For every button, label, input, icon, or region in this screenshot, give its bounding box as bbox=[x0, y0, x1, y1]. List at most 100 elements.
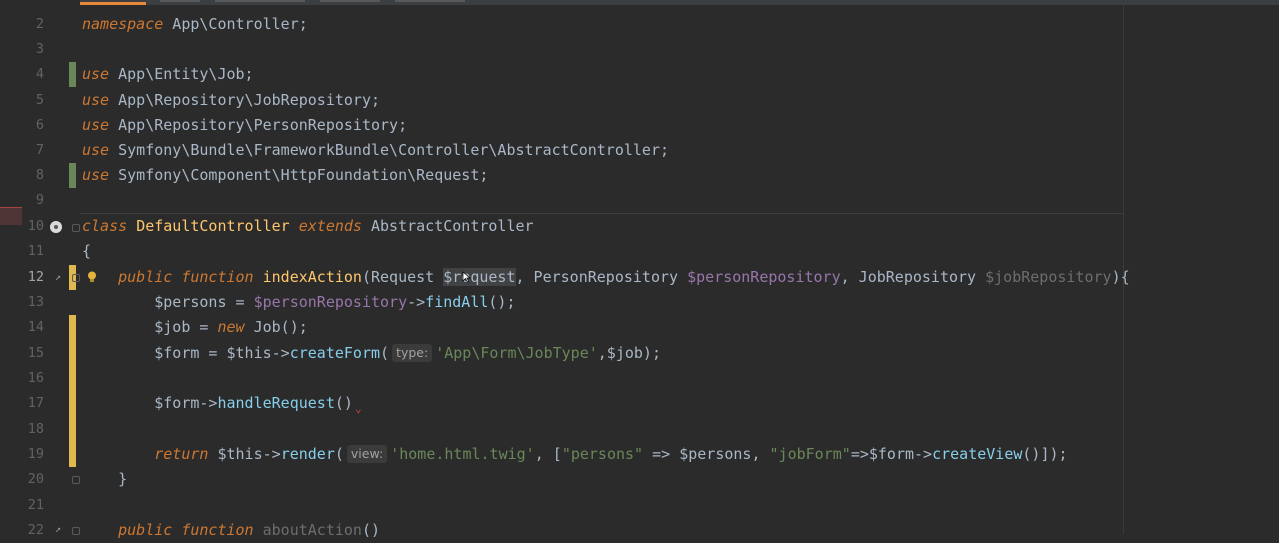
code-line[interactable]: 18 bbox=[0, 417, 1279, 442]
method-call: render bbox=[280, 445, 335, 463]
method-call: createView bbox=[932, 445, 1023, 463]
line-number: 16 bbox=[27, 370, 44, 386]
code-text: = bbox=[190, 318, 218, 336]
keyword: function bbox=[181, 268, 254, 286]
keyword: new bbox=[217, 318, 245, 336]
variable: $personRepository bbox=[253, 293, 408, 311]
method-call: handleRequest bbox=[217, 394, 335, 412]
param-hint: type: bbox=[392, 344, 433, 362]
code-line[interactable]: 2 namespace App\Controller; bbox=[0, 12, 1279, 37]
code-text: $job bbox=[154, 318, 191, 336]
code-text: (Request bbox=[361, 268, 444, 286]
code-text: ( bbox=[380, 344, 390, 362]
line-number: 13 bbox=[27, 294, 44, 310]
code-text: $form bbox=[154, 394, 200, 412]
code-text: AbstractController bbox=[371, 217, 534, 235]
keyword: public bbox=[118, 521, 173, 539]
line-number: 14 bbox=[27, 319, 44, 335]
code-line[interactable]: 4 use App\Entity\Job; bbox=[0, 62, 1279, 87]
line-number: 17 bbox=[27, 395, 44, 411]
code-text: ( bbox=[334, 445, 344, 463]
code-line[interactable]: 19 return $this->render(view:'home.html.… bbox=[0, 442, 1279, 467]
code-line[interactable]: 5 use App\Repository\JobRepository; bbox=[0, 88, 1279, 113]
line-number: 5 bbox=[35, 92, 44, 108]
code-text: () bbox=[361, 521, 381, 539]
code-line[interactable]: 22 public function aboutAction() bbox=[0, 518, 1279, 543]
code-text: = bbox=[226, 293, 254, 311]
line-number: 22 bbox=[27, 522, 44, 538]
string-literal: "persons" bbox=[561, 445, 644, 463]
mouse-cursor-icon bbox=[462, 268, 471, 283]
code-text: , [ bbox=[534, 445, 562, 463]
code-line[interactable]: 10 class DefaultController extends Abstr… bbox=[0, 214, 1279, 239]
code-line[interactable]: 11 { bbox=[0, 239, 1279, 264]
code-text: App\Repository\PersonRepository; bbox=[109, 116, 408, 134]
code-text: => $persons, bbox=[643, 445, 770, 463]
code-text: { bbox=[82, 242, 92, 260]
code-line[interactable]: 17 $form->handleRequest() ⌄ bbox=[0, 391, 1279, 416]
line-number: 21 bbox=[27, 497, 44, 513]
tab-ghost[interactable] bbox=[160, 0, 200, 2]
tab-ghost[interactable] bbox=[215, 0, 305, 2]
code-text: Job(); bbox=[244, 318, 308, 336]
code-line[interactable]: 21 bbox=[0, 493, 1279, 518]
keyword: use bbox=[82, 116, 110, 134]
tab-ghost[interactable] bbox=[320, 0, 380, 2]
code-editor[interactable]: ↗ ↗ 2 namespace App\Controller; 3 4 use … bbox=[0, 0, 1279, 539]
code-text: App\Entity\Job; bbox=[109, 65, 254, 83]
code-line[interactable]: 13 $persons = $personRepository->findAll… bbox=[0, 290, 1279, 315]
line-number: 20 bbox=[27, 471, 44, 487]
keyword: class bbox=[82, 217, 128, 235]
line-number: 12 bbox=[27, 269, 44, 285]
code-text: ){ bbox=[1111, 268, 1130, 286]
code-line[interactable]: 15 $form = $this->createForm(type: 'App\F… bbox=[0, 341, 1279, 366]
code-line[interactable]: 3 bbox=[0, 37, 1279, 62]
code-text: ,$job); bbox=[597, 344, 661, 362]
code-text: $persons bbox=[154, 293, 227, 311]
function-name: aboutAction bbox=[262, 521, 362, 539]
method-call: findAll bbox=[425, 293, 489, 311]
param-hint: view: bbox=[346, 445, 388, 463]
line-number: 8 bbox=[35, 167, 44, 183]
code-line[interactable]: 7 use Symfony\Bundle\FrameworkBundle\Con… bbox=[0, 138, 1279, 163]
code-text: } bbox=[118, 470, 128, 488]
keyword: namespace bbox=[82, 15, 164, 33]
keyword: use bbox=[82, 141, 110, 159]
code-text: App\Repository\JobRepository; bbox=[109, 91, 381, 109]
code-text: $form bbox=[154, 344, 200, 362]
code-line[interactable]: 16 bbox=[0, 366, 1279, 391]
keyword: use bbox=[82, 91, 110, 109]
code-line[interactable]: 14 $job = new Job(); bbox=[0, 315, 1279, 340]
code-text: Symfony\Component\HttpFoundation\Request… bbox=[109, 166, 489, 184]
line-number: 9 bbox=[35, 192, 44, 208]
keyword: public bbox=[118, 268, 173, 286]
code-text: , PersonRepository bbox=[515, 268, 688, 286]
code-line-current[interactable]: 12 public function indexAction(Request $… bbox=[0, 265, 1279, 290]
code-text: Symfony\Bundle\FrameworkBundle\Controlle… bbox=[109, 141, 670, 159]
code-text: ()]); bbox=[1022, 445, 1068, 463]
code-text: =>$form-> bbox=[850, 445, 933, 463]
param-request: $request bbox=[443, 268, 516, 286]
line-number: 19 bbox=[27, 446, 44, 462]
code-text: = $this-> bbox=[199, 344, 290, 362]
keyword: function bbox=[181, 521, 254, 539]
code-line[interactable]: 6 use App\Repository\PersonRepository; bbox=[0, 113, 1279, 138]
param-person-repository: $personRepository bbox=[687, 268, 841, 286]
line-number: 7 bbox=[35, 142, 44, 158]
code-text: App\Controller; bbox=[163, 15, 308, 33]
keyword: use bbox=[82, 65, 110, 83]
line-number: 2 bbox=[35, 16, 44, 32]
code-line[interactable]: 20 } bbox=[0, 467, 1279, 492]
tab-ghost[interactable] bbox=[395, 0, 465, 2]
keyword: use bbox=[82, 166, 110, 184]
keyword: extends bbox=[298, 217, 362, 235]
code-text: -> bbox=[199, 394, 218, 412]
code-text: -> bbox=[407, 293, 426, 311]
string-literal: 'home.html.twig' bbox=[390, 445, 535, 463]
string-literal: "jobForm" bbox=[769, 445, 851, 463]
code-text: (); bbox=[488, 293, 516, 311]
code-line[interactable]: 9 bbox=[0, 188, 1279, 213]
line-number: 15 bbox=[27, 345, 44, 361]
line-number: 10 bbox=[27, 218, 44, 234]
code-line[interactable]: 8 use Symfony\Component\HttpFoundation\R… bbox=[0, 163, 1279, 188]
